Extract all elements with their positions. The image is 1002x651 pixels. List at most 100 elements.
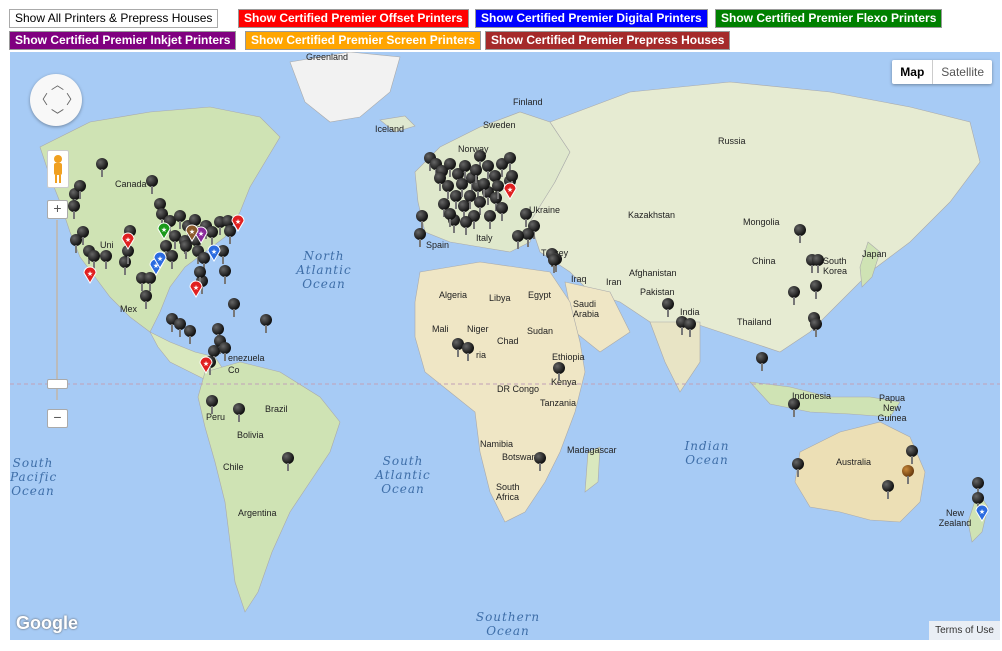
printer-marker[interactable]: [462, 342, 474, 361]
label-nigeria: ria: [476, 350, 487, 360]
printer-marker[interactable]: [96, 158, 108, 177]
pan-right-icon[interactable]: 〉: [66, 93, 79, 106]
offset-printer-marker[interactable]: ★: [199, 356, 213, 374]
pan-left-icon[interactable]: 〈: [35, 93, 48, 106]
svg-text:★: ★: [979, 508, 985, 516]
pan-control[interactable]: ︿ ﹀ 〈 〉: [30, 74, 82, 126]
printer-marker[interactable]: [788, 398, 800, 417]
printer-marker[interactable]: [460, 216, 472, 235]
screen-filter-button[interactable]: Show Certified Premier Screen Printers: [245, 31, 482, 50]
printer-marker[interactable]: [972, 477, 984, 496]
offset-printer-marker[interactable]: ★: [121, 232, 135, 250]
flexo-printer-marker[interactable]: ★: [157, 222, 171, 240]
printer-marker[interactable]: [484, 210, 496, 229]
street-view-pegman-icon[interactable]: [47, 150, 69, 188]
world-map[interactable]: ︿ ﹀ 〈 〉 + − Map Satellite Greenland Icel…: [10, 52, 1000, 640]
printer-marker[interactable]: [219, 265, 231, 284]
label-iraq: Iraq: [571, 274, 587, 284]
printer-marker[interactable]: [794, 224, 806, 243]
label-pakistan: Pakistan: [640, 287, 675, 297]
printer-marker[interactable]: [684, 318, 696, 337]
printer-marker[interactable]: [478, 178, 490, 197]
label-sweden: Sweden: [483, 120, 516, 130]
offset-printer-marker[interactable]: ★: [231, 214, 245, 232]
offset-filter-button[interactable]: Show Certified Premier Offset Printers: [238, 9, 469, 28]
printer-marker[interactable]: [180, 240, 192, 259]
printer-marker[interactable]: [504, 152, 516, 171]
printer-marker[interactable]: [882, 480, 894, 499]
printer-marker[interactable]: [194, 266, 206, 285]
inkjet-filter-button[interactable]: Show Certified Premier Inkjet Printers: [9, 31, 237, 50]
zoom-in-button[interactable]: +: [47, 200, 68, 219]
prepress-printer-marker[interactable]: ★: [185, 224, 199, 242]
printer-marker[interactable]: [228, 298, 240, 317]
printer-marker[interactable]: [906, 445, 918, 464]
digital-printer-marker[interactable]: ★: [153, 251, 167, 269]
zoom-slider-track[interactable]: [56, 220, 58, 400]
printer-marker[interactable]: [416, 210, 428, 229]
printer-marker[interactable]: [68, 200, 80, 219]
label-ukraine: Ukraine: [529, 205, 561, 215]
label-new-zealand: New Zealand: [938, 508, 972, 528]
flexo-filter-button[interactable]: Show Certified Premier Flexo Printers: [715, 9, 943, 28]
printer-marker[interactable]: [512, 230, 524, 249]
map-type-satellite-button[interactable]: Satellite: [933, 60, 992, 84]
printer-marker[interactable]: [88, 250, 100, 269]
printer-marker[interactable]: [662, 298, 674, 317]
printer-marker[interactable]: [233, 403, 245, 422]
printer-marker[interactable]: [74, 180, 86, 199]
printer-marker[interactable]: [184, 325, 196, 344]
show-all-button[interactable]: Show All Printers & Prepress Houses: [9, 9, 219, 28]
zoom-slider-thumb[interactable]: [47, 379, 68, 389]
printer-marker[interactable]: [810, 318, 822, 337]
printer-marker[interactable]: [788, 286, 800, 305]
printer-marker[interactable]: [260, 314, 272, 333]
printer-marker[interactable]: [70, 234, 82, 253]
terms-of-use-link[interactable]: Terms of Use: [929, 621, 1000, 640]
printer-marker[interactable]: [456, 178, 468, 197]
printer-marker[interactable]: [792, 458, 804, 477]
printer-marker[interactable]: [282, 452, 294, 471]
svg-text:★: ★: [211, 248, 217, 256]
offset-printer-marker[interactable]: ★: [189, 280, 203, 298]
offset-printer-marker[interactable]: ★: [83, 266, 97, 284]
printer-marker[interactable]: [756, 352, 768, 371]
pan-down-icon[interactable]: ﹀: [51, 109, 64, 122]
printer-marker[interactable]: [812, 254, 824, 273]
digital-printer-marker[interactable]: ★: [207, 244, 221, 262]
printer-marker[interactable]: [219, 342, 231, 361]
printer-marker[interactable]: [548, 254, 560, 273]
printer-marker[interactable]: [496, 202, 508, 221]
label-peru: Peru: [206, 412, 226, 422]
printer-marker[interactable]: [140, 290, 152, 309]
svg-text:★: ★: [507, 186, 513, 194]
label-north-atlantic-ocean: North Atlantic Ocean: [296, 249, 352, 291]
label-chile: Chile: [223, 462, 244, 472]
label-mali: Mali: [432, 324, 449, 334]
prepress-marker[interactable]: [902, 465, 916, 484]
google-logo: Google: [16, 613, 78, 633]
prepress-filter-button[interactable]: Show Certified Premier Prepress Houses: [485, 31, 731, 50]
map-basemap: [10, 52, 1000, 640]
pan-up-icon[interactable]: ︿: [51, 78, 64, 91]
label-papua-new-guinea: Papua New Guinea: [877, 393, 907, 423]
printer-marker[interactable]: [434, 172, 446, 191]
label-japan: Japan: [862, 249, 887, 259]
printer-marker[interactable]: [810, 280, 822, 299]
printer-marker[interactable]: [444, 208, 456, 227]
printer-marker[interactable]: [146, 175, 158, 194]
printer-marker[interactable]: [534, 452, 546, 471]
printer-marker[interactable]: [100, 250, 112, 269]
map-type-map-button[interactable]: Map: [892, 60, 934, 84]
label-thailand: Thailand: [737, 317, 772, 327]
offset-printer-marker[interactable]: ★: [503, 182, 517, 200]
label-greenland: Greenland: [306, 52, 349, 62]
printer-marker[interactable]: [414, 228, 426, 247]
printer-marker[interactable]: [470, 164, 482, 183]
printer-marker[interactable]: [553, 362, 565, 381]
digital-filter-button[interactable]: Show Certified Premier Digital Printers: [475, 9, 708, 28]
printer-marker[interactable]: [206, 395, 218, 414]
zoom-out-button[interactable]: −: [47, 409, 68, 428]
digital-printer-marker[interactable]: ★: [975, 504, 989, 522]
printer-marker[interactable]: [166, 250, 178, 269]
